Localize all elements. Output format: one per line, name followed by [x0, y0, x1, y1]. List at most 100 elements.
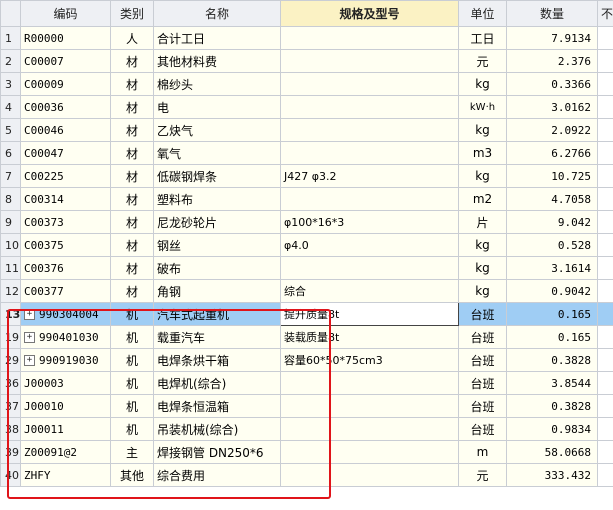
row-number[interactable]: 13: [0, 302, 21, 326]
spec-cell[interactable]: 装载质量8t: [280, 325, 459, 349]
spec-cell[interactable]: [280, 118, 459, 142]
name-cell[interactable]: 尼龙砂轮片: [153, 210, 281, 234]
table-row[interactable]: 12 C00377 材角钢 综合 kg 0.9042: [0, 279, 613, 303]
code-cell[interactable]: +990401030: [20, 325, 111, 349]
row-number[interactable]: 6: [0, 141, 21, 165]
row-number[interactable]: 9: [0, 210, 21, 234]
expand-plus-icon[interactable]: +: [24, 332, 35, 343]
unit-cell[interactable]: kg: [458, 118, 507, 142]
category-cell[interactable]: 材: [110, 118, 154, 142]
spec-cell[interactable]: [280, 49, 459, 73]
category-cell[interactable]: 材: [110, 72, 154, 96]
code-cell[interactable]: J00003: [20, 371, 111, 395]
table-row[interactable]: 39 Z00091@2 主焊接钢管 DN250*6 m 58.0668: [0, 440, 613, 464]
quantity-cell[interactable]: 0.528: [506, 233, 598, 257]
unit-cell[interactable]: m: [458, 440, 507, 464]
header-code[interactable]: 编码: [20, 0, 111, 27]
header-name[interactable]: 名称: [153, 0, 281, 27]
expand-plus-icon[interactable]: +: [24, 309, 35, 320]
quantity-cell[interactable]: 0.3828: [506, 348, 598, 372]
spec-cell[interactable]: 提升质量8t: [280, 302, 459, 326]
extra-cell[interactable]: [597, 187, 613, 211]
unit-cell[interactable]: 元: [458, 463, 507, 487]
spec-cell[interactable]: [280, 463, 459, 487]
unit-cell[interactable]: m2: [458, 187, 507, 211]
extra-cell[interactable]: [597, 26, 613, 50]
name-cell[interactable]: 破布: [153, 256, 281, 280]
extra-cell[interactable]: [597, 49, 613, 73]
spec-cell[interactable]: [280, 141, 459, 165]
category-cell[interactable]: 机: [110, 348, 154, 372]
expand-plus-icon[interactable]: +: [24, 355, 35, 366]
quantity-cell[interactable]: 4.7058: [506, 187, 598, 211]
row-number[interactable]: 11: [0, 256, 21, 280]
extra-cell[interactable]: [597, 210, 613, 234]
row-number[interactable]: 1: [0, 26, 21, 50]
row-number[interactable]: 4: [0, 95, 21, 119]
name-cell[interactable]: 氧气: [153, 141, 281, 165]
row-number[interactable]: 2: [0, 49, 21, 73]
name-cell[interactable]: 综合费用: [153, 463, 281, 487]
category-cell[interactable]: 材: [110, 210, 154, 234]
table-row[interactable]: 2 C00007 材其他材料费 元 2.376: [0, 49, 613, 73]
unit-cell[interactable]: 台班: [458, 417, 507, 441]
row-number[interactable]: 36: [0, 371, 21, 395]
name-cell[interactable]: 低碳钢焊条: [153, 164, 281, 188]
unit-cell[interactable]: 台班: [458, 371, 507, 395]
code-cell[interactable]: C00314: [20, 187, 111, 211]
table-row[interactable]: 10 C00375 材钢丝 φ4.0 kg 0.528: [0, 233, 613, 257]
header-spec[interactable]: 规格及型号: [280, 0, 459, 27]
spec-cell[interactable]: [280, 394, 459, 418]
quantity-cell[interactable]: 3.8544: [506, 371, 598, 395]
unit-cell[interactable]: kg: [458, 164, 507, 188]
table-row[interactable]: 36 J00003 机电焊机(综合) 台班 3.8544: [0, 371, 613, 395]
row-number[interactable]: 5: [0, 118, 21, 142]
name-cell[interactable]: 电: [153, 95, 281, 119]
spec-cell[interactable]: 综合: [280, 279, 459, 303]
unit-cell[interactable]: 台班: [458, 325, 507, 349]
extra-cell[interactable]: [597, 279, 613, 303]
row-number[interactable]: 38: [0, 417, 21, 441]
table-row[interactable]: 8 C00314 材塑料布 m2 4.7058: [0, 187, 613, 211]
table-row[interactable]: 13 +990304004 机汽车式起重机 提升质量8t 台班 0.165: [0, 302, 613, 326]
extra-cell[interactable]: [597, 394, 613, 418]
extra-cell[interactable]: [597, 463, 613, 487]
table-row[interactable]: 9 C00373 材尼龙砂轮片 φ100*16*3 片 9.042: [0, 210, 613, 234]
row-number[interactable]: 19: [0, 325, 21, 349]
name-cell[interactable]: 乙炔气: [153, 118, 281, 142]
unit-cell[interactable]: 台班: [458, 394, 507, 418]
code-cell[interactable]: R00000: [20, 26, 111, 50]
name-cell[interactable]: 电焊条恒温箱: [153, 394, 281, 418]
name-cell[interactable]: 棉纱头: [153, 72, 281, 96]
extra-cell[interactable]: [597, 371, 613, 395]
quantity-cell[interactable]: 0.9042: [506, 279, 598, 303]
header-quantity[interactable]: 数量: [506, 0, 598, 27]
spec-cell[interactable]: [280, 371, 459, 395]
row-number[interactable]: 3: [0, 72, 21, 96]
unit-cell[interactable]: kg: [458, 256, 507, 280]
row-number[interactable]: 12: [0, 279, 21, 303]
name-cell[interactable]: 电焊条烘干箱: [153, 348, 281, 372]
quantity-cell[interactable]: 2.376: [506, 49, 598, 73]
name-cell[interactable]: 汽车式起重机: [153, 302, 281, 326]
spec-cell[interactable]: J427 φ3.2: [280, 164, 459, 188]
quantity-cell[interactable]: 9.042: [506, 210, 598, 234]
row-number[interactable]: 39: [0, 440, 21, 464]
code-cell[interactable]: C00007: [20, 49, 111, 73]
code-cell[interactable]: C00373: [20, 210, 111, 234]
quantity-cell[interactable]: 58.0668: [506, 440, 598, 464]
spec-cell[interactable]: [280, 95, 459, 119]
quantity-cell[interactable]: 10.725: [506, 164, 598, 188]
spec-cell[interactable]: φ100*16*3: [280, 210, 459, 234]
unit-cell[interactable]: 工日: [458, 26, 507, 50]
row-number[interactable]: 7: [0, 164, 21, 188]
name-cell[interactable]: 其他材料费: [153, 49, 281, 73]
extra-cell[interactable]: [597, 325, 613, 349]
category-cell[interactable]: 材: [110, 141, 154, 165]
code-cell[interactable]: ZHFY: [20, 463, 111, 487]
category-cell[interactable]: 材: [110, 279, 154, 303]
extra-cell[interactable]: [597, 440, 613, 464]
code-cell[interactable]: C00376: [20, 256, 111, 280]
table-row[interactable]: 7 C00225 材低碳钢焊条 J427 φ3.2 kg 10.725: [0, 164, 613, 188]
table-row[interactable]: 19 +990401030 机载重汽车 装载质量8t 台班 0.165: [0, 325, 613, 349]
